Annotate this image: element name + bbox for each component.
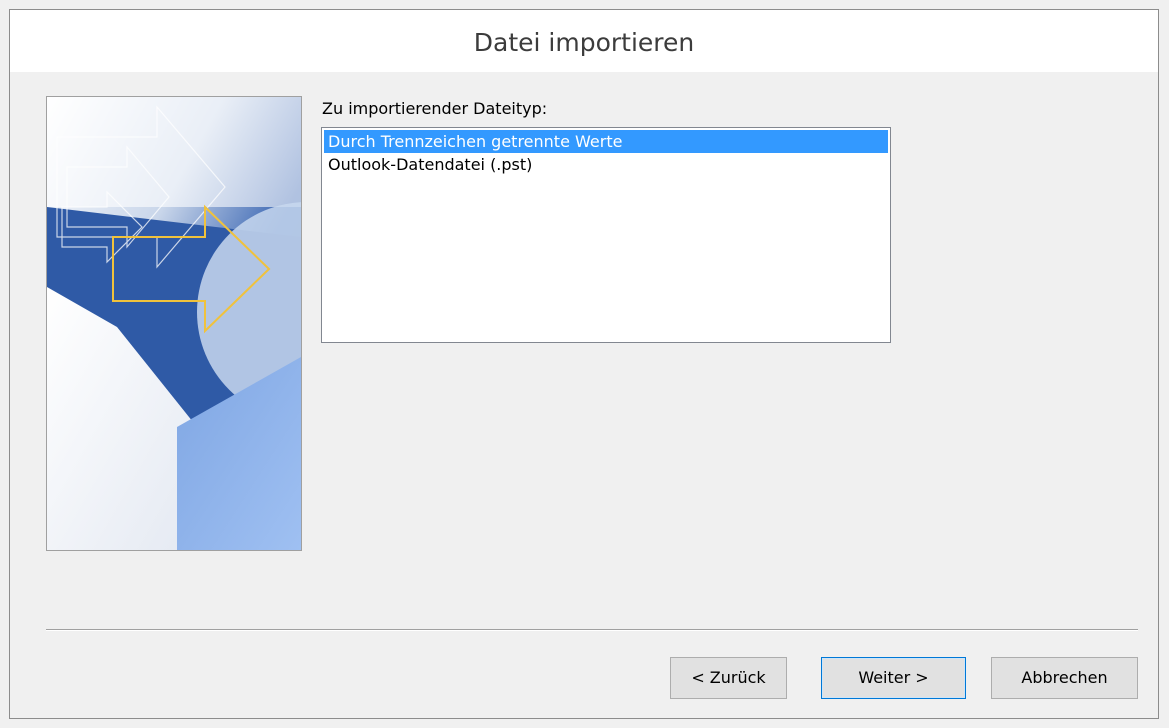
- cancel-button[interactable]: Abbrechen: [991, 657, 1138, 699]
- file-type-listbox[interactable]: Durch Trennzeichen getrennte Werte Outlo…: [321, 127, 891, 343]
- file-type-label: Zu importierender Dateityp:: [322, 99, 548, 118]
- import-file-dialog: Datei importieren Zu importierender Date…: [9, 9, 1159, 719]
- wizard-banner-image: [46, 96, 302, 551]
- dialog-title: Datei importieren: [10, 10, 1158, 72]
- next-button[interactable]: Weiter >: [821, 657, 966, 699]
- footer-separator: [46, 629, 1138, 631]
- back-button[interactable]: < Zurück: [670, 657, 787, 699]
- list-item-csv[interactable]: Durch Trennzeichen getrennte Werte: [324, 130, 888, 153]
- list-item-pst[interactable]: Outlook-Datendatei (.pst): [324, 153, 888, 176]
